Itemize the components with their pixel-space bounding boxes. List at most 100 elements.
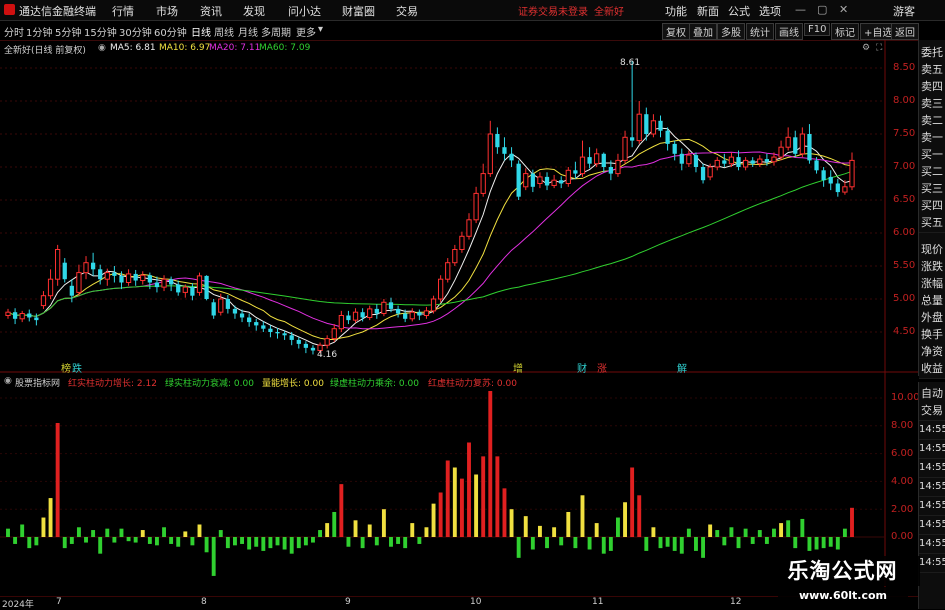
candle-body [573, 170, 578, 174]
chevron-down-icon[interactable]: ▾ [318, 24, 323, 35]
close-icon[interactable]: ✕ [839, 3, 848, 16]
period-5min[interactable]: 5分钟 [55, 24, 81, 39]
side-sell3[interactable]: 卖三 [919, 96, 945, 114]
period-fenshi[interactable]: 分时 [4, 24, 24, 39]
side-zongliang[interactable]: 总量 [919, 293, 945, 311]
candle-body [807, 134, 812, 161]
candle-body [268, 328, 273, 332]
candle-body [367, 308, 373, 318]
candle-body [672, 143, 677, 154]
menu-faxian[interactable]: 发现 [243, 3, 265, 19]
candle-body [665, 130, 670, 144]
event-cai[interactable]: 财 [577, 360, 587, 375]
btn-fuquan[interactable]: 复权 [662, 23, 690, 40]
event-bang[interactable]: 榜 [61, 360, 71, 375]
candle-body [374, 308, 379, 314]
side-zhangfu[interactable]: 涨幅 [919, 276, 945, 294]
btn-diejia[interactable]: 叠加 [689, 23, 717, 40]
menu-jiaoyi[interactable]: 交易 [396, 3, 418, 19]
candle-body [69, 285, 74, 296]
x-tick-month: 7 [56, 597, 62, 607]
btn-tongji[interactable]: 统计 [746, 23, 774, 40]
btn-huaxian[interactable]: 画线 [775, 23, 803, 40]
candle-body [324, 338, 330, 346]
indicator-tick: 0.00 [891, 531, 914, 542]
period-toolbar: 分时 1分钟 5分钟 15分钟 30分钟 60分钟 日线 周线 月线 多周期 更… [0, 21, 945, 41]
period-30min[interactable]: 30分钟 [119, 24, 152, 39]
event-jie[interactable]: 解 [677, 360, 687, 375]
candle-body [190, 287, 195, 296]
candle-body [778, 146, 784, 158]
candle-body [544, 176, 550, 186]
menu-hangqing[interactable]: 行情 [112, 3, 134, 19]
period-1min[interactable]: 1分钟 [26, 24, 52, 39]
indicator-tick: 6.00 [891, 448, 914, 459]
candle-body [55, 249, 61, 280]
side-buy3[interactable]: 买三 [919, 181, 945, 199]
side-waipan[interactable]: 外盘 [919, 310, 945, 328]
period-multi[interactable]: 多周期 [261, 24, 291, 39]
side-buy1[interactable]: 买一 [919, 147, 945, 165]
event-die[interactable]: 跌 [72, 360, 82, 375]
menu-wenxiaoda[interactable]: 问小达 [288, 3, 321, 19]
side-sell5[interactable]: 卖五 [919, 62, 945, 80]
event-zhang[interactable]: 涨 [597, 360, 607, 375]
side-jingzi[interactable]: 净资 [919, 344, 945, 362]
candle-body [764, 159, 770, 162]
candle-body [686, 154, 692, 165]
candle-body [650, 120, 657, 135]
price-tick: 4.50 [893, 326, 916, 337]
side-buy4[interactable]: 买四 [919, 198, 945, 216]
btn-duogu[interactable]: 多股 [717, 23, 745, 40]
candle-body [104, 272, 110, 280]
minimize-icon[interactable]: — [795, 3, 806, 16]
period-15min[interactable]: 15分钟 [84, 24, 117, 39]
side-huanshou[interactable]: 换手 [919, 327, 945, 345]
period-daily[interactable]: 日线 [191, 24, 211, 39]
side-sell4[interactable]: 卖四 [919, 79, 945, 97]
candle-body [742, 159, 749, 168]
side-xianjia[interactable]: 现价 [919, 242, 945, 260]
candle-body [757, 158, 763, 165]
btn-biaoji[interactable]: 标记 [831, 23, 859, 40]
candle-body [395, 308, 401, 314]
menu-xuanxiang[interactable]: 选项 [759, 3, 781, 19]
candle-body [275, 332, 280, 334]
indicator-toggle-icon[interactable]: ◉ [4, 376, 12, 386]
menu-xinmian[interactable]: 新面 [697, 3, 719, 19]
side-sell1[interactable]: 卖一 [919, 130, 945, 148]
restore-icon[interactable]: ▢ [817, 3, 827, 16]
side-trade[interactable]: 交易 [919, 403, 945, 421]
side-sell2[interactable]: 卖二 [919, 113, 945, 131]
period-60min[interactable]: 60分钟 [154, 24, 187, 39]
side-shouyi[interactable]: 收益 [919, 361, 945, 379]
candle-body [112, 272, 117, 276]
kline-chart[interactable] [0, 40, 918, 597]
candle-body [346, 315, 351, 321]
menu-zixun[interactable]: 资讯 [200, 3, 222, 19]
event-zeng[interactable]: 增 [513, 360, 523, 375]
period-more[interactable]: 更多 [296, 24, 316, 39]
menu-shichang[interactable]: 市场 [156, 3, 178, 19]
side-zhangdie[interactable]: 涨跌 [919, 259, 945, 277]
side-weituo[interactable]: 委托 [919, 45, 945, 63]
menu-gongshi[interactable]: 公式 [728, 3, 750, 19]
login-notice[interactable]: 证券交易未登录 [518, 3, 588, 18]
price-tick: 5.00 [893, 293, 916, 304]
watermark-url: www.60lt.com [778, 587, 908, 605]
btn-f10[interactable]: F10 [804, 23, 831, 36]
period-monthly[interactable]: 月线 [238, 24, 258, 39]
side-buy5[interactable]: 买五 [919, 215, 945, 233]
menu-caifuquan[interactable]: 财富圈 [342, 3, 375, 19]
menu-gongneng[interactable]: 功能 [665, 3, 687, 19]
candle-body [679, 153, 684, 164]
side-buy2[interactable]: 买二 [919, 164, 945, 182]
candle-body [530, 173, 535, 187]
candle-body [466, 219, 472, 237]
user-label[interactable]: 游客 [893, 3, 915, 19]
period-weekly[interactable]: 周线 [214, 24, 234, 39]
indicator-tick: 8.00 [891, 420, 914, 431]
side-auto[interactable]: 自动 [919, 386, 945, 404]
btn-fanhui[interactable]: 返回 [891, 23, 919, 40]
side-time: 14:55 [919, 479, 945, 497]
